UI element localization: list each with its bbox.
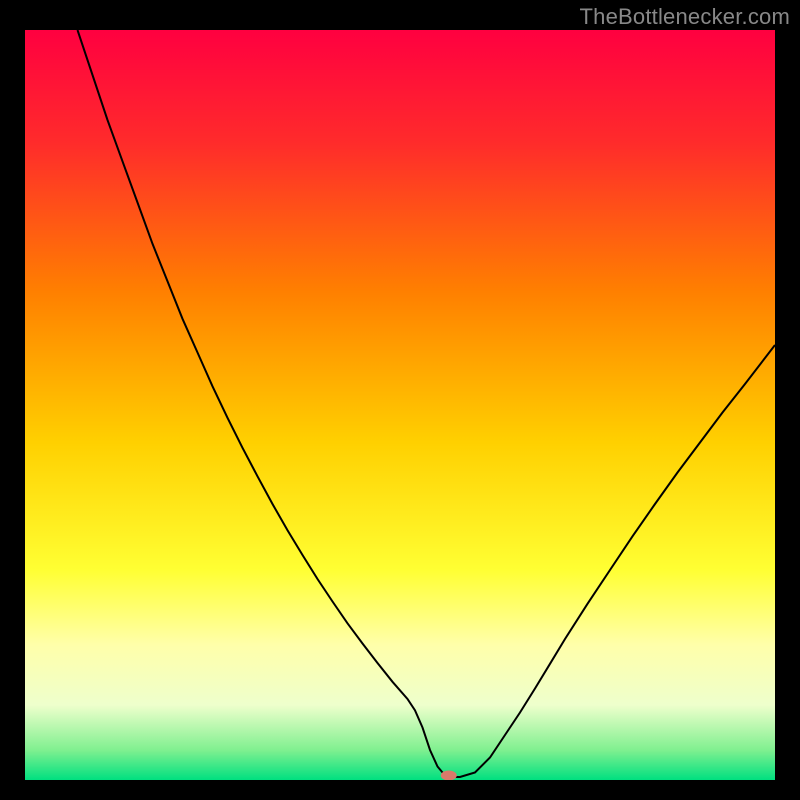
watermark-label: TheBottlenecker.com xyxy=(580,4,790,30)
plot-area xyxy=(25,30,775,780)
chart-container: TheBottlenecker.com xyxy=(0,0,800,800)
gradient-background xyxy=(25,30,775,780)
bottleneck-chart xyxy=(25,30,775,780)
